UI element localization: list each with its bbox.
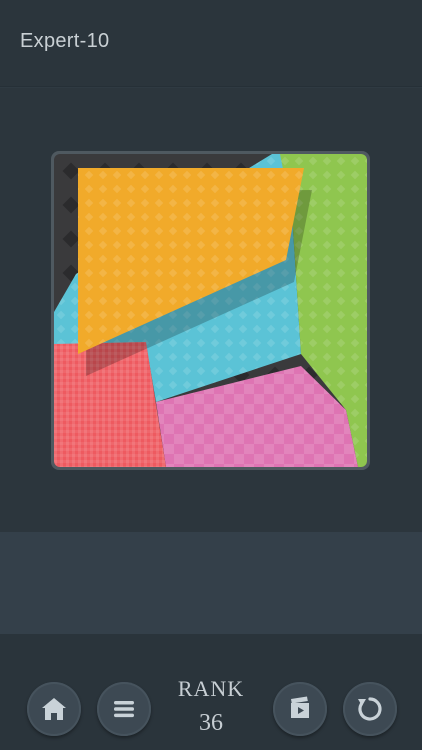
menu-button[interactable] [97,682,151,736]
menu-icon [114,701,134,718]
video-hint-button[interactable] [273,682,327,736]
rank-value: 36 [199,710,223,736]
home-icon [42,698,66,720]
puzzle-board[interactable] [54,154,367,467]
header-bar: Expert-10 [0,0,422,87]
rank-label: RANK [177,676,245,701]
home-button[interactable] [27,682,81,736]
restart-button[interactable] [343,682,397,736]
video-icon [291,696,309,718]
level-title: Expert-10 [20,30,110,52]
restart-icon [358,697,382,721]
info-band [0,532,422,634]
